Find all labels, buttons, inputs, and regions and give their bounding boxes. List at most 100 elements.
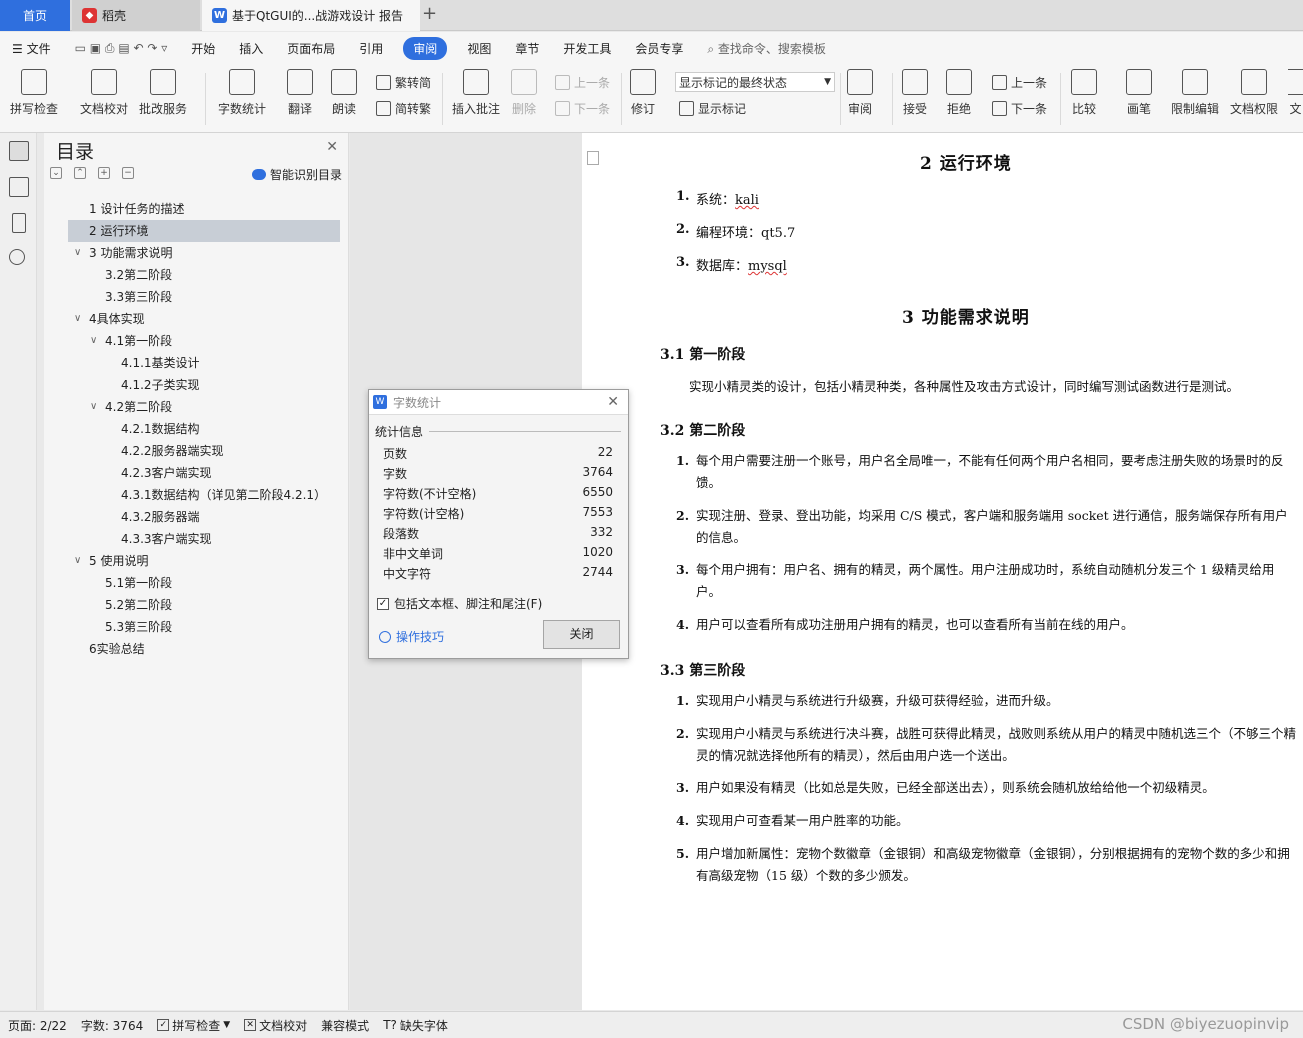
search-icon[interactable] xyxy=(9,249,25,265)
insert-comment-button[interactable]: 插入批注 xyxy=(452,69,500,117)
list-item-text: 用户如果没有精灵（比如总是失败，已经全部送出去），则系统会随机放给给他一个初级精… xyxy=(696,780,1215,795)
toc-item[interactable]: 3.3第三阶段 xyxy=(68,286,340,308)
doc-proof-status[interactable]: ✕ 文档校对 xyxy=(244,1017,307,1034)
restrict-edit-button[interactable]: 限制编辑 xyxy=(1171,69,1219,117)
menu-chapter[interactable]: 章节 xyxy=(503,40,551,57)
dialog-titlebar[interactable]: W 字数统计 ✕ xyxy=(369,390,628,415)
toc-item[interactable]: 5.2第二阶段 xyxy=(68,594,340,616)
next-comment-button[interactable]: 下一条 xyxy=(555,100,610,117)
remove-icon[interactable]: − xyxy=(122,167,134,179)
toc-item[interactable]: 4.3.1数据结构（详见第二阶段4.2.1） xyxy=(68,484,340,506)
prev-change-button[interactable]: 上一条 xyxy=(992,74,1047,91)
collapse-all-icon[interactable]: ⌄ xyxy=(50,167,62,179)
simp-to-trad-button[interactable]: 简转繁 xyxy=(376,100,431,117)
next-change-button[interactable]: 下一条 xyxy=(992,100,1047,117)
toc-item[interactable]: 4.1.1基类设计 xyxy=(68,352,340,374)
toc-item[interactable]: 1 设计任务的描述 xyxy=(68,198,340,220)
document-page[interactable]: 2 运行环境 1. 系统：kali 2. 编程环境：qt5.7 3. 数据库：mysq… xyxy=(582,133,1303,1010)
markup-state-select[interactable]: 显示标记的最终状态 ▼ xyxy=(675,72,835,92)
spell-check-button[interactable]: 拼写检查 xyxy=(10,69,58,117)
chevron-down-icon[interactable]: ∨ xyxy=(74,308,81,330)
new-tab-button[interactable]: + xyxy=(422,3,437,24)
trad-to-simp-button[interactable]: 繁转简 xyxy=(376,74,431,91)
status-bar: 页面: 2/22 字数: 3764 ✓ 拼写检查 ▼ ✕ 文档校对 兼容模式 T? 缺失… xyxy=(0,1011,1303,1038)
word-count-button[interactable]: 字数统计 xyxy=(218,69,266,117)
toc-item[interactable]: 3.2第二阶段 xyxy=(68,264,340,286)
pen-button[interactable]: 画笔 xyxy=(1126,69,1152,117)
read-aloud-button[interactable]: 朗读 xyxy=(331,69,357,117)
more-ribbon-button[interactable]: 文 xyxy=(1288,69,1303,117)
word-count-indicator[interactable]: 字数: 3764 xyxy=(81,1017,143,1034)
toc-item[interactable]: ∨ 5 使用说明 xyxy=(68,550,340,572)
review-pane-button[interactable]: 审阅 xyxy=(847,69,873,117)
stat-value: 1020 xyxy=(582,545,613,559)
tab-document[interactable]: W 基于QtGUI的...战游戏设计 报告 xyxy=(202,0,420,31)
doc-proof-button[interactable]: 文档校对 xyxy=(80,69,128,117)
tab-home-label: 首页 xyxy=(22,9,47,23)
chevron-down-icon[interactable]: ∨ xyxy=(90,330,97,352)
toc-item[interactable]: 4.2.3客户端实现 xyxy=(68,462,340,484)
menu-member[interactable]: 会员专享 xyxy=(623,40,695,57)
chevron-down-icon[interactable]: ∨ xyxy=(74,550,81,572)
stat-row: 段落数 332 xyxy=(383,525,613,545)
command-search[interactable]: ⌕ 查找命令、搜索模板 xyxy=(695,40,838,57)
daoke-logo-icon: ◆ xyxy=(82,8,97,23)
toc-icon[interactable] xyxy=(9,141,29,161)
toc-item[interactable]: ∨ 3 功能需求说明 xyxy=(68,242,340,264)
file-menu[interactable]: ☰ 文件 xyxy=(0,40,63,57)
env-value: kali xyxy=(735,193,759,208)
quick-access-icons[interactable]: ▭ ▣ ⎙ ▤ ↶ ↷ ▿ xyxy=(63,41,180,56)
page-layout-icon[interactable] xyxy=(587,151,599,165)
close-icon[interactable]: ✕ xyxy=(326,139,338,155)
translate-button[interactable]: 翻译 xyxy=(287,69,313,117)
tab-home[interactable]: 首页 xyxy=(0,0,70,31)
toc-item[interactable]: 2 运行环境 xyxy=(68,220,340,242)
missing-font[interactable]: T? 缺失字体 xyxy=(383,1017,448,1034)
menu-dev[interactable]: 开发工具 xyxy=(551,40,623,57)
accept-button[interactable]: 接受 xyxy=(902,69,928,117)
menu-layout[interactable]: 页面布局 xyxy=(275,40,347,57)
show-markup-button[interactable]: 显示标记 xyxy=(679,100,746,117)
toc-item[interactable]: 4.3.2服务器端 xyxy=(68,506,340,528)
prev-comment-button[interactable]: 上一条 xyxy=(555,74,610,91)
expand-icon[interactable]: ⌃ xyxy=(74,167,86,179)
toc-item[interactable]: ∨ 4.2第二阶段 xyxy=(68,396,340,418)
toc-item[interactable]: 4.3.3客户端实现 xyxy=(68,528,340,550)
spell-check-status[interactable]: ✓ 拼写检查 ▼ xyxy=(157,1017,230,1034)
menu-review[interactable]: 审阅 xyxy=(403,37,448,60)
toc-item[interactable]: 4.1.2子类实现 xyxy=(68,374,340,396)
compare-button[interactable]: 比较 xyxy=(1071,69,1097,117)
page-indicator[interactable]: 页面: 2/22 xyxy=(8,1017,67,1034)
toc-item[interactable]: 4.2.2服务器端实现 xyxy=(68,440,340,462)
toc-item[interactable]: 5.1第一阶段 xyxy=(68,572,340,594)
toc-item[interactable]: ∨ 4.1第一阶段 xyxy=(68,330,340,352)
toc-item[interactable]: 6实验总结 xyxy=(68,638,340,660)
tab-daoke[interactable]: ◆ 稻壳 xyxy=(72,0,200,31)
close-icon[interactable]: ✕ xyxy=(607,394,619,410)
menu-insert[interactable]: 插入 xyxy=(227,40,275,57)
tips-label: 操作技巧 xyxy=(396,630,445,644)
add-icon[interactable]: + xyxy=(98,167,110,179)
bookmark-icon[interactable] xyxy=(12,213,26,233)
include-textbox-checkbox[interactable]: ✓ 包括文本框、脚注和尾注(F) xyxy=(377,595,542,612)
smart-toc-button[interactable]: 智能识别目录 xyxy=(251,166,342,183)
nav-pane-icon[interactable] xyxy=(9,177,29,197)
toc-item[interactable]: 5.3第三阶段 xyxy=(68,616,340,638)
track-changes-button[interactable]: 修订 xyxy=(630,69,656,117)
reject-button[interactable]: 拒绝 xyxy=(946,69,972,117)
batch-service-button[interactable]: 批改服务 xyxy=(139,69,187,117)
tips-link[interactable]: 操作技巧 xyxy=(379,628,444,645)
toc-item[interactable]: ∨ 4具体实现 xyxy=(68,308,340,330)
stat-row: 非中文单词 1020 xyxy=(383,545,613,565)
chevron-down-icon[interactable]: ∨ xyxy=(74,242,81,264)
doc-permission-button[interactable]: 文档权限 xyxy=(1230,69,1278,117)
menu-start[interactable]: 开始 xyxy=(179,40,227,57)
compat-mode[interactable]: 兼容模式 xyxy=(321,1017,369,1034)
menu-reference[interactable]: 引用 xyxy=(347,40,395,57)
delete-comment-button[interactable]: 删除 xyxy=(511,69,537,117)
chevron-down-icon: ▼ xyxy=(223,1020,231,1030)
toc-item[interactable]: 4.2.1数据结构 xyxy=(68,418,340,440)
menu-view[interactable]: 视图 xyxy=(455,40,503,57)
chevron-down-icon[interactable]: ∨ xyxy=(90,396,97,418)
close-button[interactable]: 关闭 xyxy=(543,620,620,649)
